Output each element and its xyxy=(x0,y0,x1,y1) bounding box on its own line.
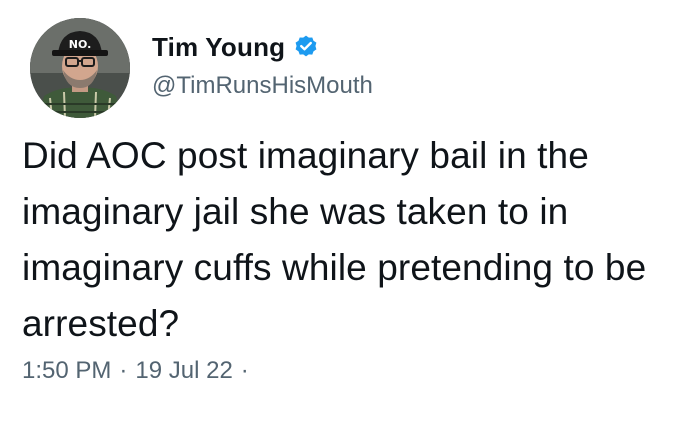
separator-dot-trailing: · xyxy=(240,357,249,384)
hat-text: NO. xyxy=(69,38,92,51)
name-row: Tim Young xyxy=(152,30,373,64)
author-handle[interactable]: @TimRunsHisMouth xyxy=(152,72,373,100)
tweet-time[interactable]: 1:50 PM xyxy=(22,357,111,385)
tweet-date[interactable]: 19 Jul 22 xyxy=(135,357,232,385)
author-block: Tim Young @TimRunsHisMouth xyxy=(152,30,373,100)
verified-badge-icon xyxy=(293,34,319,60)
tweet-text: Did AOC post imaginary bail in the imagi… xyxy=(22,135,647,344)
display-name[interactable]: Tim Young xyxy=(152,32,285,63)
separator-dot: · xyxy=(119,357,128,384)
author-avatar[interactable]: NO. xyxy=(30,18,130,118)
avatar-photo-icon: NO. xyxy=(30,18,130,118)
tweet-card: NO. Tim Young @TimRunsHisMouth Did AOC p… xyxy=(0,0,700,432)
tweet-metadata: 1:50 PM · 19 Jul 22 · xyxy=(22,357,257,385)
